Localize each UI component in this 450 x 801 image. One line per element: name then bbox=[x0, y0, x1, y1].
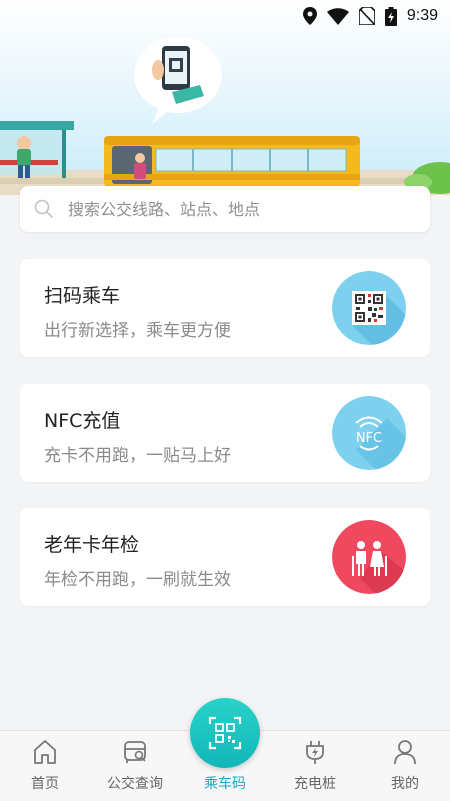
hero-banner: 9:39 bbox=[0, 0, 450, 195]
tab-charging-station[interactable]: 充电桩 bbox=[270, 731, 360, 801]
home-icon bbox=[34, 740, 56, 764]
scan-icon bbox=[208, 716, 242, 750]
card-subtitle: 年检不用跑，一刷就生效 bbox=[44, 570, 231, 590]
tab-profile[interactable]: 我的 bbox=[360, 731, 450, 801]
user-icon bbox=[394, 740, 416, 765]
tab-label: 乘车码 bbox=[204, 776, 246, 792]
status-bar: 9:39 bbox=[0, 0, 450, 32]
nfc-icon: NFC bbox=[332, 396, 406, 470]
tab-label: 我的 bbox=[391, 776, 419, 792]
card-subtitle: 出行新选择，乘车更方便 bbox=[44, 321, 231, 341]
wifi-icon bbox=[326, 7, 349, 25]
charging-icon bbox=[306, 741, 324, 764]
bus-search-icon bbox=[124, 741, 146, 763]
tab-label: 首页 bbox=[31, 776, 59, 792]
qr-code-icon bbox=[332, 271, 406, 345]
tab-label: 公交查询 bbox=[107, 776, 163, 792]
card-title: 扫码乘车 bbox=[44, 285, 121, 307]
scan-ride-card[interactable]: 扫码乘车 出行新选择，乘车更方便 bbox=[20, 259, 430, 357]
tab-bus-search[interactable]: 公交查询 bbox=[90, 731, 180, 801]
search-input[interactable] bbox=[66, 198, 410, 220]
svg-text:NFC: NFC bbox=[356, 431, 382, 446]
card-subtitle: 充卡不用跑，一贴马上好 bbox=[44, 446, 231, 466]
no-sim-icon bbox=[358, 7, 375, 25]
nfc-recharge-card[interactable]: NFC充值 充卡不用跑，一贴马上好 NFC bbox=[20, 384, 430, 482]
tab-label: 充电桩 bbox=[294, 776, 336, 792]
location-icon bbox=[302, 7, 317, 25]
elderly-card-check-card[interactable]: 老年卡年检 年检不用跑，一刷就生效 bbox=[20, 508, 430, 606]
card-title: NFC充值 bbox=[44, 410, 121, 432]
tab-home[interactable]: 首页 bbox=[0, 731, 90, 801]
elderly-icon bbox=[332, 520, 406, 594]
search-icon bbox=[34, 199, 54, 219]
status-time: 9:39 bbox=[406, 7, 438, 24]
card-title: 老年卡年检 bbox=[44, 534, 140, 556]
ride-code-button[interactable] bbox=[190, 698, 260, 768]
search-bar[interactable] bbox=[20, 186, 430, 232]
battery-icon bbox=[384, 6, 397, 26]
